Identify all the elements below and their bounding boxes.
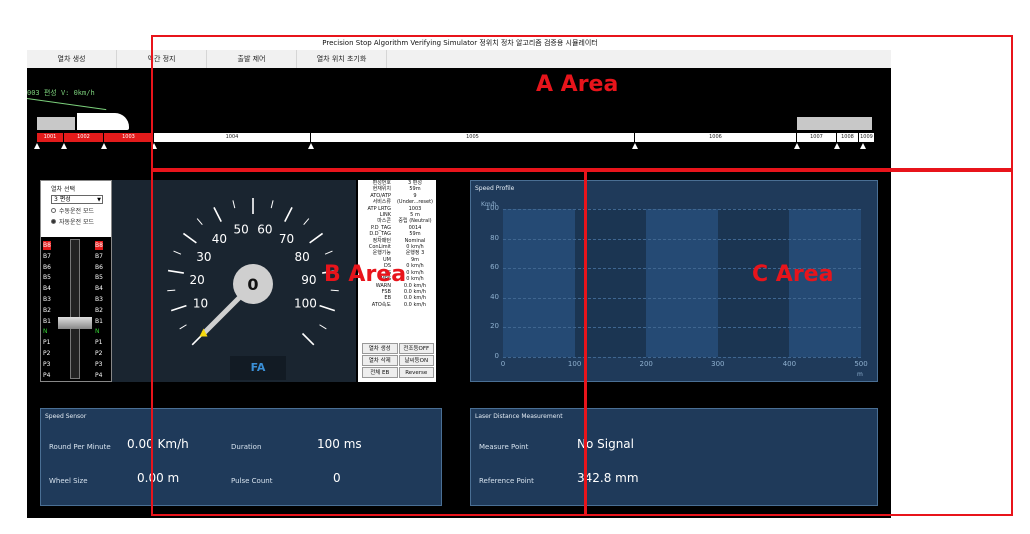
manual-mode-label: 수동운전 모드	[59, 208, 95, 215]
auto-mode-label: 자동운전 모드	[59, 219, 95, 226]
notch-label: P3	[43, 360, 51, 368]
chevron-down-icon: ▼	[97, 197, 101, 203]
train-icon[interactable]	[37, 113, 129, 131]
notch-label: B2	[43, 306, 51, 314]
area-c-outline	[584, 170, 1013, 516]
notch-label: P1	[95, 339, 103, 347]
area-a-label: A Area	[536, 72, 619, 97]
train-car-front	[77, 113, 129, 130]
notch-label: B5	[95, 274, 103, 282]
simulator-page: Precision Stop Algorithm Verifying Simul…	[0, 0, 1030, 534]
radio-selected-icon	[51, 219, 56, 224]
track-segment[interactable]: 1002	[64, 133, 104, 142]
notch-label: B4	[43, 285, 51, 293]
notch-label: B1	[43, 317, 51, 325]
notch-label: N	[95, 328, 100, 336]
notch-label: P2	[43, 350, 51, 357]
master-controller-handle[interactable]	[58, 317, 92, 329]
train-control-panel: 열차 선택 3 편성 ▼ 수동운전 모드 자동운전 모드 B8 B7 B6 B5 B4 B…	[40, 180, 112, 382]
notch-label: P4	[95, 371, 103, 379]
notch-label: B7	[43, 252, 51, 260]
train-speed-readout: 003 편성 V: 0km/h	[27, 89, 95, 97]
area-b-label: B Area	[324, 262, 407, 287]
train-select-label: 열차 선택	[51, 186, 75, 193]
lever-track	[70, 239, 80, 379]
track-segment[interactable]: 1003	[104, 133, 154, 142]
notch-label: B8	[95, 241, 103, 250]
notch-label: B1	[95, 317, 103, 325]
auto-mode-radio[interactable]: 자동운전 모드	[51, 217, 111, 226]
notch-label: P1	[43, 339, 51, 347]
speed-sensor-title: Speed Sensor	[45, 413, 87, 420]
notch-label: B2	[95, 306, 103, 314]
area-c-label: C Area	[752, 262, 834, 287]
train-select-value: 3 편성	[54, 196, 71, 203]
notch-label: B8	[43, 241, 51, 250]
notch-label: B5	[43, 274, 51, 282]
train-car-rear	[37, 117, 75, 130]
track-segment[interactable]: 1001	[37, 133, 64, 142]
radio-icon	[51, 208, 56, 213]
notch-label: B3	[43, 296, 51, 303]
notch-label: B6	[43, 263, 51, 271]
notch-label: B4	[95, 285, 103, 293]
master-controller: B8 B7 B6 B5 B4 B3 B2 B1 N P1 P2 P3 P4 B8 B7 B6 B5 B4 B3 B2…	[41, 237, 111, 381]
area-a-outline	[151, 35, 1013, 170]
menu-create-train[interactable]: 열차 생성	[27, 50, 117, 68]
notch-label: B3	[95, 296, 103, 303]
readout-leader-line	[26, 98, 107, 111]
manual-mode-radio[interactable]: 수동운전 모드	[51, 206, 111, 215]
area-b-outline	[151, 170, 587, 516]
rpm-label: Round Per Minute	[49, 443, 111, 451]
wheel-size-label: Wheel Size	[49, 477, 88, 485]
tag-marker-icon	[101, 143, 107, 149]
notch-label: P2	[95, 350, 103, 357]
notch-label: P4	[43, 371, 51, 379]
tag-marker-icon	[61, 143, 67, 149]
notch-label: P3	[95, 360, 103, 368]
notch-label: B7	[95, 252, 103, 260]
train-select-dropdown[interactable]: 3 편성 ▼	[51, 195, 103, 204]
notch-label: B6	[95, 263, 103, 271]
tag-marker-icon	[34, 143, 40, 149]
notch-label: N	[43, 328, 48, 336]
